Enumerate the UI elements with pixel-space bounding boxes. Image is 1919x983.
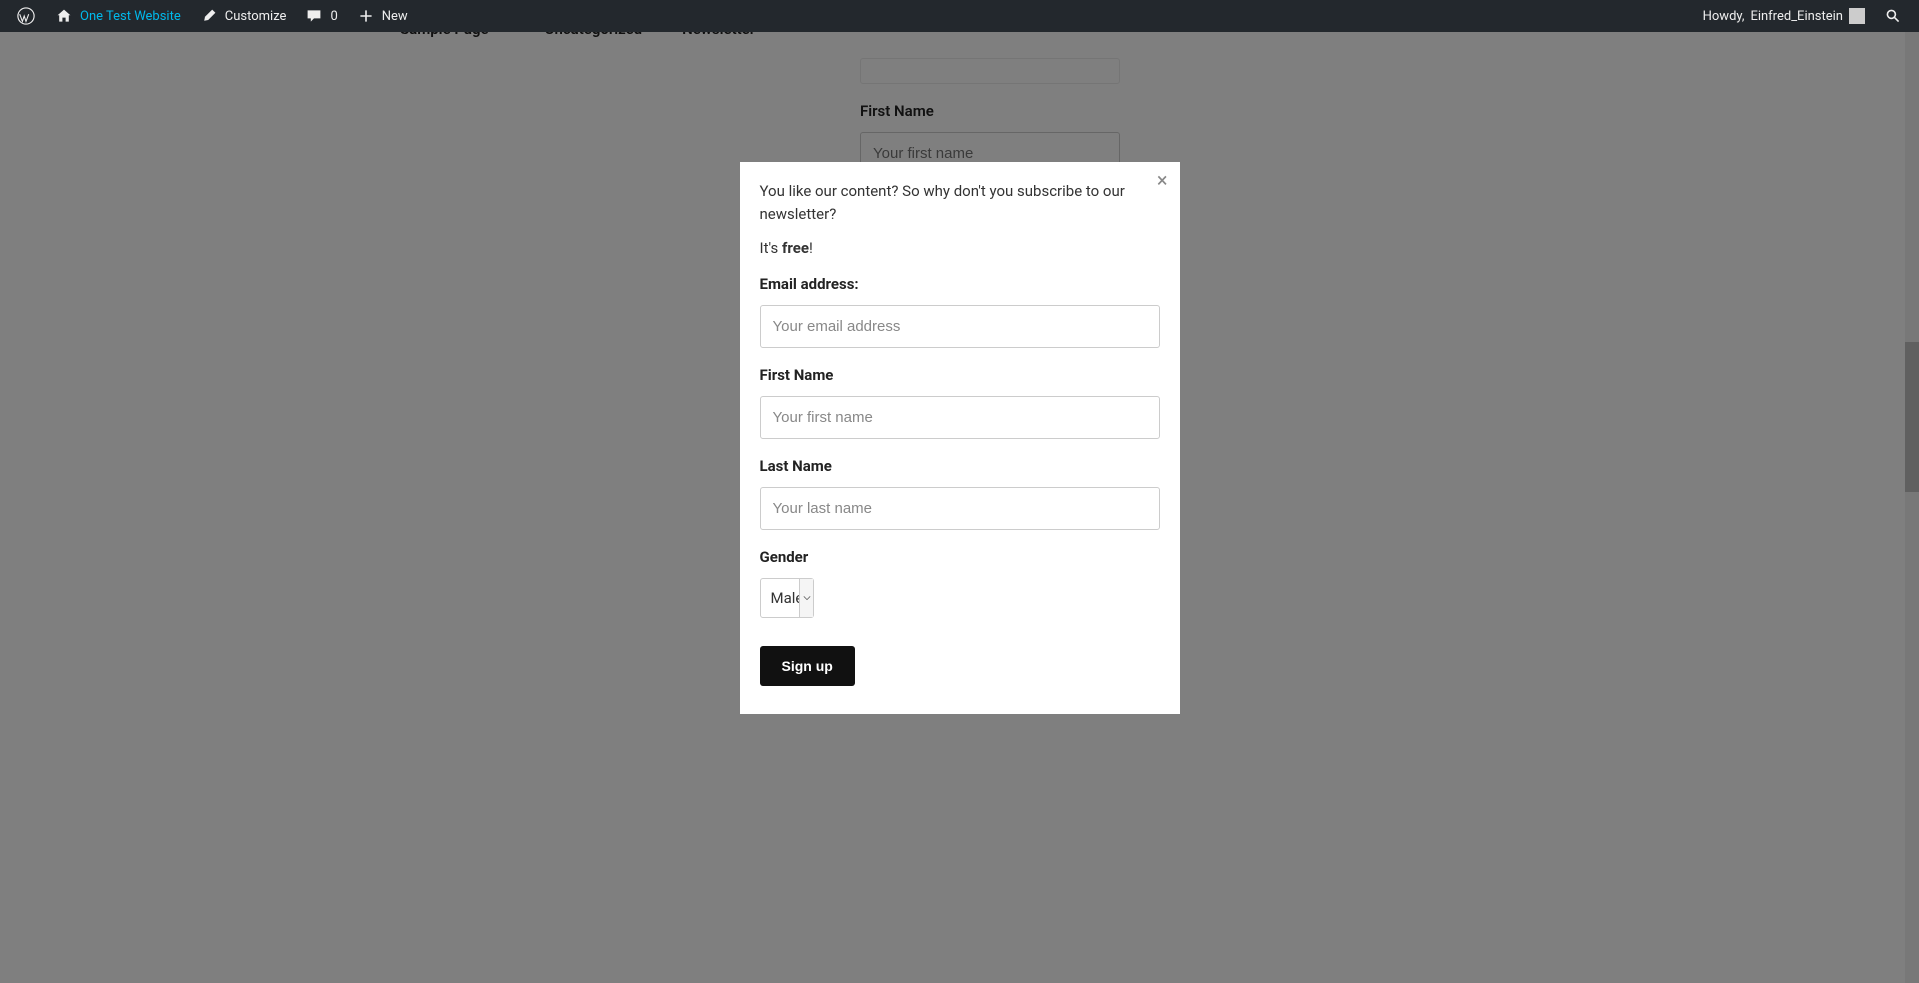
modal-intro-text: You like our content? So why don't you s… <box>760 180 1160 225</box>
last-name-label: Last Name <box>760 457 1160 475</box>
free-word: free <box>782 239 809 257</box>
gender-label: Gender <box>760 548 1160 566</box>
avatar <box>1849 8 1865 24</box>
wordpress-icon <box>16 6 36 26</box>
newsletter-modal: × You like our content? So why don't you… <box>740 162 1180 714</box>
gender-select[interactable]: Male <box>760 578 815 618</box>
close-button[interactable]: × <box>1157 170 1168 190</box>
email-label: Email address: <box>760 275 1160 293</box>
home-icon <box>54 6 74 26</box>
admin-bar-right: Howdy, Einfred_Einstein <box>1695 0 1911 32</box>
email-field[interactable] <box>760 305 1160 348</box>
customize-text: Customize <box>225 9 287 24</box>
wp-logo[interactable] <box>8 0 44 32</box>
howdy-username: Einfred_Einstein <box>1750 9 1843 24</box>
new-link[interactable]: New <box>348 0 416 32</box>
signup-button[interactable]: Sign up <box>760 646 855 686</box>
site-name-link[interactable]: One Test Website <box>46 0 189 32</box>
admin-bar-left: One Test Website Customize 0 New <box>8 0 416 32</box>
admin-search[interactable] <box>1875 0 1911 32</box>
howdy-user[interactable]: Howdy, Einfred_Einstein <box>1695 0 1873 32</box>
search-icon <box>1883 6 1903 26</box>
howdy-prefix: Howdy, <box>1703 9 1745 24</box>
modal-overlay: × You like our content? So why don't you… <box>0 32 1919 983</box>
free-suffix: ! <box>809 239 813 257</box>
site-name-text: One Test Website <box>80 9 181 24</box>
comments-link[interactable]: 0 <box>296 0 345 32</box>
new-text: New <box>382 9 408 24</box>
comments-count: 0 <box>330 9 337 24</box>
first-name-label: First Name <box>760 366 1160 384</box>
modal-free-text: It's free! <box>760 239 1160 257</box>
brush-icon <box>199 6 219 26</box>
free-prefix: It's <box>760 239 783 257</box>
close-icon: × <box>1157 168 1168 192</box>
chevron-down-icon <box>799 579 813 617</box>
customize-link[interactable]: Customize <box>191 0 295 32</box>
first-name-field[interactable] <box>760 396 1160 439</box>
last-name-field[interactable] <box>760 487 1160 530</box>
comment-icon <box>304 6 324 26</box>
admin-bar: One Test Website Customize 0 New Howdy, … <box>0 0 1919 32</box>
plus-icon <box>356 6 376 26</box>
